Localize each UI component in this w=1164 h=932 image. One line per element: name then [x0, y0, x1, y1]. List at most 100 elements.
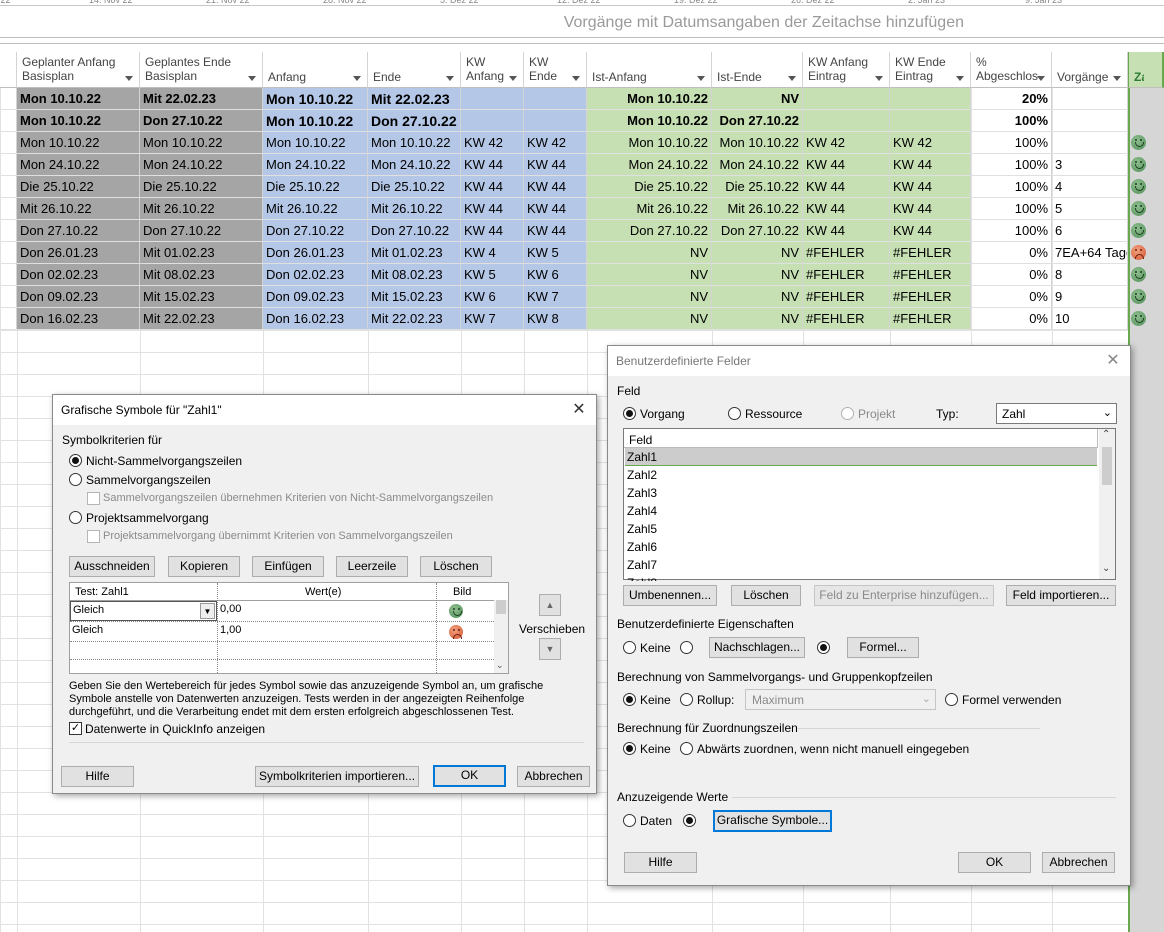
- table-cell[interactable]: NV: [712, 242, 803, 264]
- table-cell[interactable]: Die 25.10.22: [17, 176, 140, 198]
- radio-rollup[interactable]: [680, 693, 693, 706]
- table-cell[interactable]: [524, 110, 587, 132]
- table-cell[interactable]: [1052, 88, 1128, 110]
- table-row[interactable]: Don 26.01.23 Mit 01.02.23 Don 26.01.23 Mit …: [0, 242, 1164, 264]
- table-cell[interactable]: KW 42: [890, 132, 971, 154]
- table-cell[interactable]: NV: [587, 286, 712, 308]
- radio-non-summary[interactable]: [69, 454, 82, 467]
- table-row[interactable]: Mon 24.10.22 Mon 24.10.22 Mon 24.10.22 Mon …: [0, 154, 1164, 176]
- scroll-thumb[interactable]: [1102, 447, 1112, 485]
- radio-summary[interactable]: [69, 473, 82, 486]
- table-cell[interactable]: [524, 88, 587, 110]
- table-row[interactable]: Mit 26.10.22 Mit 26.10.22 Mit 26.10.22 Mit …: [0, 198, 1164, 220]
- table-cell[interactable]: #FEHLER: [803, 242, 890, 264]
- table-cell[interactable]: NV: [712, 264, 803, 286]
- column-header[interactable]: KW Ende: [524, 52, 587, 88]
- table-cell[interactable]: KW 44: [890, 154, 971, 176]
- table-cell[interactable]: [461, 110, 524, 132]
- cut-button[interactable]: Ausschneiden: [69, 556, 155, 577]
- table-cell[interactable]: #FEHLER: [803, 308, 890, 330]
- table-cell[interactable]: Don 27.10.22: [368, 110, 461, 132]
- table-cell[interactable]: Mon 24.10.22: [712, 154, 803, 176]
- rollup-select[interactable]: Maximum ⌄: [745, 689, 936, 710]
- field-list-item[interactable]: Zahl5: [625, 520, 1097, 538]
- table-cell[interactable]: NV: [712, 286, 803, 308]
- table-cell[interactable]: KW 44: [803, 154, 890, 176]
- radio-project-summary[interactable]: [69, 511, 82, 524]
- chevron-down-icon[interactable]: [956, 76, 964, 81]
- delete-button[interactable]: Löschen: [420, 556, 492, 577]
- table-cell[interactable]: Mon 10.10.22: [263, 110, 368, 132]
- table-cell[interactable]: KW 44: [524, 154, 587, 176]
- table-row[interactable]: Die 25.10.22 Die 25.10.22 Die 25.10.22 Die …: [0, 176, 1164, 198]
- field-list-item[interactable]: Zahl3: [625, 484, 1097, 502]
- table-cell[interactable]: Mit 22.02.23: [368, 88, 461, 110]
- table-cell[interactable]: Mit 15.02.23: [140, 286, 263, 308]
- table-cell[interactable]: Mit 26.10.22: [587, 198, 712, 220]
- chk-summary-inherit[interactable]: [87, 492, 100, 505]
- table-cell[interactable]: KW 42: [524, 132, 587, 154]
- table-cell[interactable]: Mit 01.02.23: [368, 242, 461, 264]
- import-criteria-button[interactable]: Symbolkriterien importieren...: [255, 766, 419, 787]
- table-cell[interactable]: Mit 22.02.23: [140, 88, 263, 110]
- table-row[interactable]: Don 27.10.22 Don 27.10.22 Don 27.10.22 Don …: [0, 220, 1164, 242]
- table-cell[interactable]: #FEHLER: [890, 242, 971, 264]
- row-selector[interactable]: [0, 88, 17, 110]
- column-header[interactable]: Geplanter Anfang Basisplan: [17, 52, 140, 88]
- table-cell[interactable]: NV: [587, 264, 712, 286]
- rename-button[interactable]: Umbenennen...: [623, 585, 717, 606]
- table-cell[interactable]: Mon 24.10.22: [587, 154, 712, 176]
- chevron-down-icon[interactable]: [248, 76, 256, 81]
- test-select[interactable]: Gleich ▼: [70, 601, 217, 621]
- row-selector[interactable]: [0, 242, 17, 264]
- radio-assign-down[interactable]: [680, 742, 693, 755]
- table-cell[interactable]: 100%: [971, 198, 1052, 220]
- table-cell[interactable]: Don 26.01.23: [263, 242, 368, 264]
- table-cell[interactable]: KW 44: [461, 176, 524, 198]
- field-list-item[interactable]: Zahl8: [625, 574, 1097, 581]
- row-selector[interactable]: [0, 110, 17, 132]
- table-cell[interactable]: 10: [1052, 308, 1128, 330]
- field-list-item[interactable]: Zahl6: [625, 538, 1097, 556]
- radio-display-data[interactable]: [623, 814, 636, 827]
- chevron-down-icon[interactable]: ▼: [200, 603, 215, 619]
- table-cell[interactable]: KW 44: [524, 176, 587, 198]
- table-cell[interactable]: KW 5: [524, 242, 587, 264]
- table-cell[interactable]: Mon 10.10.22: [17, 88, 140, 110]
- lookup-button[interactable]: Nachschlagen...: [709, 637, 805, 658]
- scroll-down-icon[interactable]: ⌄: [1102, 563, 1110, 574]
- green-smiley-icon[interactable]: [449, 604, 463, 618]
- table-cell[interactable]: Mon 10.10.22: [140, 132, 263, 154]
- test-cell[interactable]: Gleich: [72, 624, 103, 636]
- radio-project[interactable]: [841, 407, 854, 420]
- table-cell[interactable]: Die 25.10.22: [587, 176, 712, 198]
- type-select[interactable]: Zahl ⌄: [996, 403, 1117, 424]
- table-cell[interactable]: KW 42: [803, 132, 890, 154]
- table-cell[interactable]: Mon 10.10.22: [587, 132, 712, 154]
- table-cell[interactable]: Don 27.10.22: [712, 110, 803, 132]
- row-selector[interactable]: [0, 286, 17, 308]
- table-cell[interactable]: Don 16.02.23: [263, 308, 368, 330]
- table-cell[interactable]: Mit 01.02.23: [140, 242, 263, 264]
- row-selector[interactable]: [0, 132, 17, 154]
- table-cell[interactable]: Mon 10.10.22: [17, 110, 140, 132]
- table-cell[interactable]: Die 25.10.22: [140, 176, 263, 198]
- table-cell[interactable]: Don 27.10.22: [17, 220, 140, 242]
- column-header[interactable]: KW Anfang: [461, 52, 524, 88]
- row-selector[interactable]: [0, 308, 17, 330]
- table-cell[interactable]: NV: [587, 242, 712, 264]
- chevron-down-icon[interactable]: [1037, 76, 1045, 81]
- table-cell[interactable]: KW 4: [461, 242, 524, 264]
- table-cell[interactable]: Mit 08.02.23: [140, 264, 263, 286]
- table-cell[interactable]: 100%: [971, 220, 1052, 242]
- table-cell[interactable]: 6: [1052, 220, 1128, 242]
- move-down-button[interactable]: ▼: [539, 638, 561, 660]
- blank-row-button[interactable]: Leerzeile: [336, 556, 408, 577]
- table-cell[interactable]: Mit 26.10.22: [712, 198, 803, 220]
- field-list-item[interactable]: Zahl4: [625, 502, 1097, 520]
- cancel-button[interactable]: Abbrechen: [1042, 852, 1115, 873]
- table-cell[interactable]: KW 44: [524, 220, 587, 242]
- table-cell[interactable]: Don 27.10.22: [712, 220, 803, 242]
- radio-formula[interactable]: [817, 641, 830, 654]
- field-list-item[interactable]: Zahl2: [625, 466, 1097, 484]
